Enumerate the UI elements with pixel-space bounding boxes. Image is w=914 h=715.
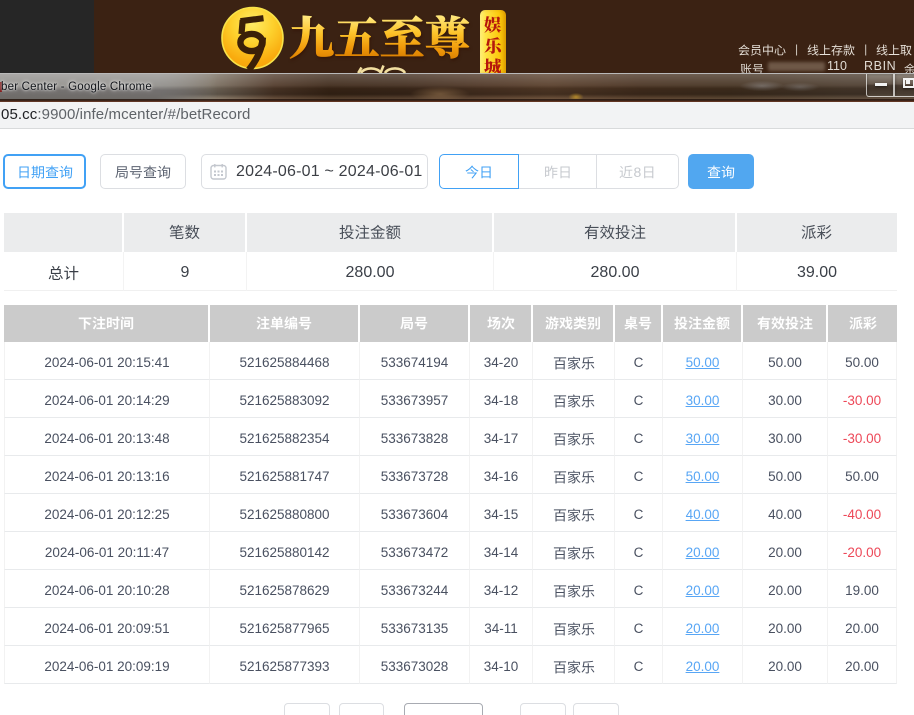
svg-text:8: 8: [633, 165, 641, 179]
